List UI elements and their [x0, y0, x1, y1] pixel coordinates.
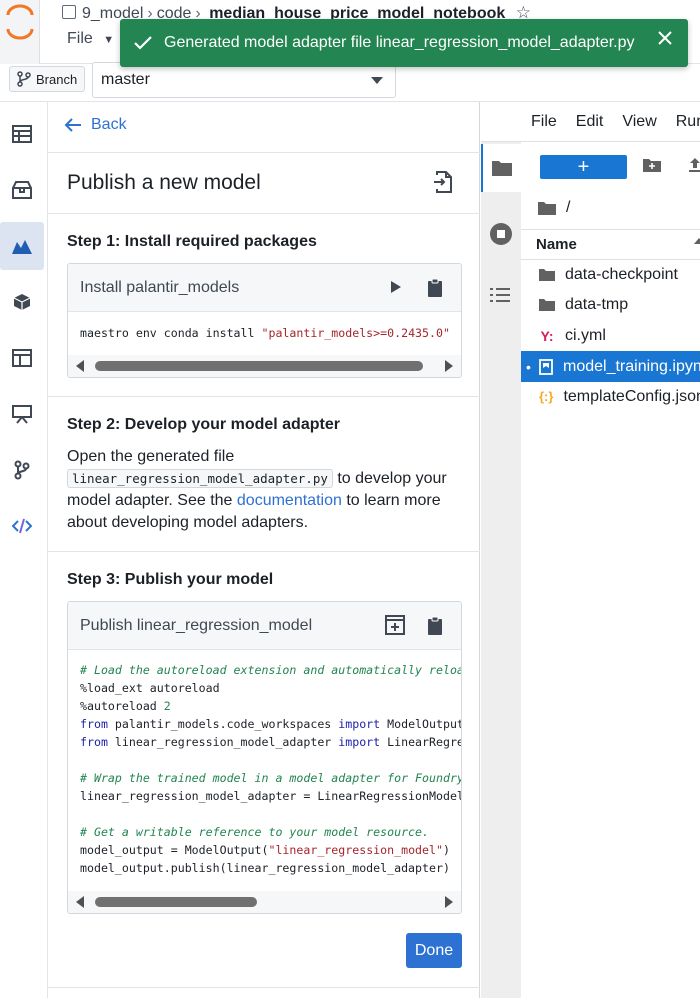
- back-label: Back: [91, 116, 127, 133]
- jupyter-logo-icon: [481, 102, 521, 142]
- back-button[interactable]: Back: [64, 116, 127, 134]
- file-row[interactable]: data-checkpoint: [521, 259, 700, 290]
- check-icon: [134, 36, 152, 50]
- path-root[interactable]: /: [566, 199, 570, 217]
- export-icon[interactable]: [432, 171, 454, 198]
- name-column-header[interactable]: Name: [521, 229, 700, 260]
- step1-title: Step 1: Install required packages: [67, 233, 317, 250]
- branch-tag: Branch: [9, 66, 86, 92]
- file-browser-path: /: [538, 199, 570, 217]
- file-menu[interactable]: File ▼: [67, 30, 114, 48]
- step2-title: Step 2: Develop your model adapter: [67, 416, 340, 433]
- clipboard-icon[interactable]: [427, 278, 443, 303]
- horizontal-scrollbar[interactable]: [68, 891, 461, 913]
- git-branch-icon[interactable]: [0, 446, 44, 494]
- documentation-link[interactable]: documentation: [237, 492, 342, 509]
- running-dot-icon: •: [526, 359, 531, 375]
- file-row[interactable]: data-tmp: [521, 289, 700, 320]
- step1-code-header: Install palantir_models: [68, 264, 461, 312]
- folder-tab-icon[interactable]: [481, 144, 521, 192]
- file-menu-label: File: [67, 30, 93, 47]
- menu-edit[interactable]: Edit: [576, 113, 604, 130]
- panel-title: Publish a new model: [67, 171, 261, 194]
- new-folder-icon[interactable]: [643, 158, 661, 177]
- scrollbar-thumb[interactable]: [95, 897, 257, 907]
- file-icon: [62, 5, 76, 19]
- step3-code-title: Publish linear_regression_model: [80, 616, 313, 634]
- folder-icon[interactable]: [538, 201, 556, 215]
- git-branch-icon: [17, 71, 31, 87]
- insert-cell-icon[interactable]: [385, 615, 405, 640]
- menu-view[interactable]: View: [622, 113, 656, 130]
- list-icon[interactable]: [490, 287, 510, 308]
- table-icon[interactable]: [0, 110, 44, 158]
- package-icon[interactable]: [0, 166, 44, 214]
- folder-icon: [539, 268, 555, 281]
- divider: [48, 152, 480, 153]
- yaml-icon: Y:: [540, 327, 554, 344]
- arrow-left-icon: [64, 118, 81, 132]
- run-icon[interactable]: [390, 280, 402, 299]
- code-icon[interactable]: [0, 502, 44, 550]
- clipboard-icon[interactable]: [427, 616, 443, 641]
- step3-code-box: Publish linear_regression_model # Load t…: [67, 601, 462, 914]
- model-icon[interactable]: [0, 222, 44, 270]
- app-logo[interactable]: [0, 0, 40, 64]
- step1-code[interactable]: maestro env conda install "palantir_mode…: [68, 312, 461, 342]
- file-row[interactable]: {:} templateConfig.json: [521, 381, 700, 412]
- folder-icon: [539, 298, 555, 311]
- stop-icon[interactable]: [489, 222, 513, 251]
- step3-code-header: Publish linear_regression_model: [68, 602, 461, 650]
- sort-caret-icon: [694, 238, 700, 244]
- branch-select-value: master: [101, 71, 150, 88]
- divider: [48, 396, 480, 397]
- done-button[interactable]: Done: [406, 933, 462, 968]
- jupyter-menu: File Edit View Run: [531, 113, 700, 131]
- step2-description: Open the generated file linear_regressio…: [67, 448, 447, 531]
- notebook-icon: [539, 358, 553, 375]
- divider: [48, 213, 480, 214]
- step3-title: Step 3: Publish your model: [67, 571, 274, 588]
- horizontal-scrollbar[interactable]: [68, 355, 461, 377]
- json-icon: {:}: [539, 389, 554, 404]
- presentation-icon[interactable]: [0, 390, 44, 438]
- close-icon[interactable]: [658, 31, 672, 50]
- jupyter-logo-icon: [6, 4, 34, 40]
- cube-icon[interactable]: [0, 278, 44, 326]
- menu-run[interactable]: Run: [676, 113, 700, 130]
- adapter-file-name: linear_regression_model_adapter.py: [67, 469, 333, 488]
- scroll-left-icon[interactable]: [76, 360, 84, 372]
- new-launcher-button[interactable]: +: [540, 155, 627, 179]
- menu-file[interactable]: File: [531, 113, 557, 130]
- success-toast: Generated model adapter file linear_regr…: [120, 19, 688, 67]
- divider: [48, 987, 480, 988]
- step3-code[interactable]: # Load the autoreload extension and auto…: [68, 650, 461, 877]
- divider: [48, 551, 480, 552]
- branch-select[interactable]: master: [92, 62, 396, 98]
- upload-icon[interactable]: [688, 157, 700, 178]
- jupyter-sidebar: [481, 102, 521, 998]
- left-rail: [0, 102, 48, 998]
- branch-tag-label: Branch: [36, 71, 78, 87]
- toast-message: Generated model adapter file linear_regr…: [164, 34, 635, 51]
- scroll-right-icon[interactable]: [445, 896, 453, 908]
- layout-icon[interactable]: [0, 334, 44, 382]
- scroll-right-icon[interactable]: [445, 360, 453, 372]
- caret-down-icon: [371, 77, 383, 84]
- step1-code-box: Install palantir_models maestro env cond…: [67, 263, 462, 378]
- file-row[interactable]: Y: ci.yml: [521, 320, 700, 351]
- file-row-selected[interactable]: • model_training.ipynb: [521, 351, 700, 382]
- plus-icon: +: [577, 155, 590, 178]
- scroll-left-icon[interactable]: [76, 896, 84, 908]
- step1-code-title: Install palantir_models: [80, 278, 240, 296]
- caret-down-icon: ▼: [103, 34, 115, 46]
- scrollbar-thumb[interactable]: [95, 361, 423, 371]
